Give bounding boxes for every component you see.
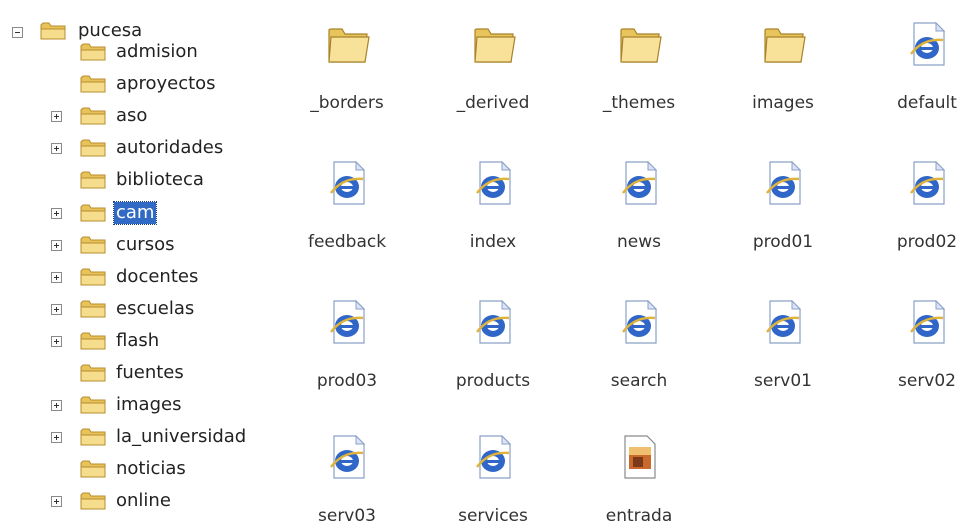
file-label: serv02 xyxy=(898,371,956,391)
file-item-news[interactable]: news xyxy=(574,149,704,252)
folder-icon xyxy=(80,300,106,318)
ie-document-icon xyxy=(323,433,371,481)
folder-icon xyxy=(80,75,106,93)
tree-expand-images[interactable] xyxy=(51,400,62,412)
file-label: news xyxy=(617,232,661,252)
tree-root-expander[interactable] xyxy=(12,27,23,38)
tree-item-biblioteca[interactable]: biblioteca xyxy=(114,169,206,191)
folder-icon xyxy=(80,268,106,286)
file-icon-grid: _borders _derived _themes images default feed… xyxy=(290,0,967,526)
file-label: _derived xyxy=(456,93,530,113)
ie-document-icon xyxy=(323,159,371,207)
tree-item-noticias[interactable]: noticias xyxy=(114,458,188,480)
file-item-prod03[interactable]: prod03 xyxy=(282,288,412,391)
ie-document-icon xyxy=(469,433,517,481)
file-item-search[interactable]: search xyxy=(574,288,704,391)
tree-expand-escuelas[interactable] xyxy=(51,303,62,315)
folder-icon xyxy=(80,428,106,446)
folder-icon xyxy=(80,204,106,221)
tree-expand-la_universidad[interactable] xyxy=(51,432,62,444)
file-item-default[interactable]: default xyxy=(862,10,967,113)
tree-expand-docentes[interactable] xyxy=(51,271,62,283)
folder-icon xyxy=(323,20,371,68)
file-label: images xyxy=(752,93,814,113)
ie-document-icon xyxy=(759,298,807,346)
folder-tree: pucesa admision aproyectos aso autoridades b… xyxy=(0,0,290,525)
tree-item-aproyectos[interactable]: aproyectos xyxy=(114,73,218,95)
ie-document-icon xyxy=(903,298,951,346)
file-label: search xyxy=(610,371,668,391)
file-label: feedback xyxy=(307,232,387,252)
folder-icon xyxy=(80,236,106,254)
tree-item-fuentes[interactable]: fuentes xyxy=(114,362,186,384)
ie-document-icon xyxy=(469,159,517,207)
ie-document-icon xyxy=(615,159,663,207)
tree-expand-cursos[interactable] xyxy=(51,239,62,251)
file-item-prod02[interactable]: prod02 xyxy=(862,149,967,252)
tree-item-la_universidad[interactable]: la_universidad xyxy=(114,426,248,448)
file-item-serv02[interactable]: serv02 xyxy=(862,288,967,391)
tree-expand-cam[interactable] xyxy=(51,207,62,219)
tree-root-label[interactable]: pucesa xyxy=(76,20,144,42)
tree-item-escuelas[interactable]: escuelas xyxy=(114,298,196,320)
folder-icon xyxy=(80,332,106,350)
folder-icon xyxy=(80,43,106,61)
file-item-_themes[interactable]: _themes xyxy=(574,10,704,113)
file-item-serv01[interactable]: serv01 xyxy=(718,288,848,391)
tree-expand-aso[interactable] xyxy=(51,111,62,123)
image-file-icon xyxy=(615,433,663,481)
ie-document-icon xyxy=(903,20,951,68)
tree-item-docentes[interactable]: docentes xyxy=(114,266,200,288)
file-item-index[interactable]: index xyxy=(428,149,558,252)
file-item-prod01[interactable]: prod01 xyxy=(718,149,848,252)
tree-item-flash[interactable]: flash xyxy=(114,330,161,352)
folder-icon xyxy=(759,20,807,68)
file-label: serv01 xyxy=(754,371,812,391)
file-label: products xyxy=(455,371,531,391)
file-item-services[interactable]: services xyxy=(428,423,558,526)
file-item-entrada[interactable]: entrada xyxy=(574,423,704,526)
file-item-_derived[interactable]: _derived xyxy=(428,10,558,113)
ie-document-icon xyxy=(469,298,517,346)
folder-icon xyxy=(80,396,106,414)
folder-icon xyxy=(80,139,106,157)
ie-document-icon xyxy=(323,298,371,346)
ie-document-icon xyxy=(615,298,663,346)
file-label: prod03 xyxy=(316,371,378,391)
folder-icon xyxy=(469,20,517,68)
file-label: prod01 xyxy=(752,232,814,252)
file-label: default xyxy=(897,93,957,113)
tree-expand-flash[interactable] xyxy=(51,335,62,347)
file-label: services xyxy=(458,506,528,526)
ie-document-icon xyxy=(759,159,807,207)
file-item-products[interactable]: products xyxy=(428,288,558,391)
folder-icon xyxy=(80,460,106,478)
folder-icon xyxy=(80,171,106,189)
file-label: _themes xyxy=(602,93,676,113)
tree-item-cam[interactable]: cam xyxy=(112,200,158,225)
tree-expand-autoridades[interactable] xyxy=(51,143,62,155)
file-label: index xyxy=(469,232,517,252)
tree-item-images[interactable]: images xyxy=(114,394,183,416)
folder-icon xyxy=(80,492,106,510)
file-item-images[interactable]: images xyxy=(718,10,848,113)
ie-document-icon xyxy=(903,159,951,207)
folder-icon xyxy=(80,364,106,382)
file-item-feedback[interactable]: feedback xyxy=(282,149,412,252)
tree-item-aso[interactable]: aso xyxy=(114,105,149,127)
tree-item-autoridades[interactable]: autoridades xyxy=(114,137,225,159)
tree-item-online[interactable]: online xyxy=(114,490,173,512)
folder-icon xyxy=(615,20,663,68)
file-label: serv03 xyxy=(318,506,376,526)
folder-icon xyxy=(80,107,106,125)
tree-item-admision[interactable]: admision xyxy=(114,41,200,63)
file-label: _borders xyxy=(310,93,384,113)
tree-item-cursos[interactable]: cursos xyxy=(114,234,176,256)
tree-expand-online[interactable] xyxy=(51,496,62,508)
folder-icon xyxy=(40,22,66,40)
file-label: prod02 xyxy=(896,232,958,252)
file-item-_borders[interactable]: _borders xyxy=(282,10,412,113)
file-label: entrada xyxy=(605,506,673,526)
file-item-serv03[interactable]: serv03 xyxy=(282,423,412,526)
